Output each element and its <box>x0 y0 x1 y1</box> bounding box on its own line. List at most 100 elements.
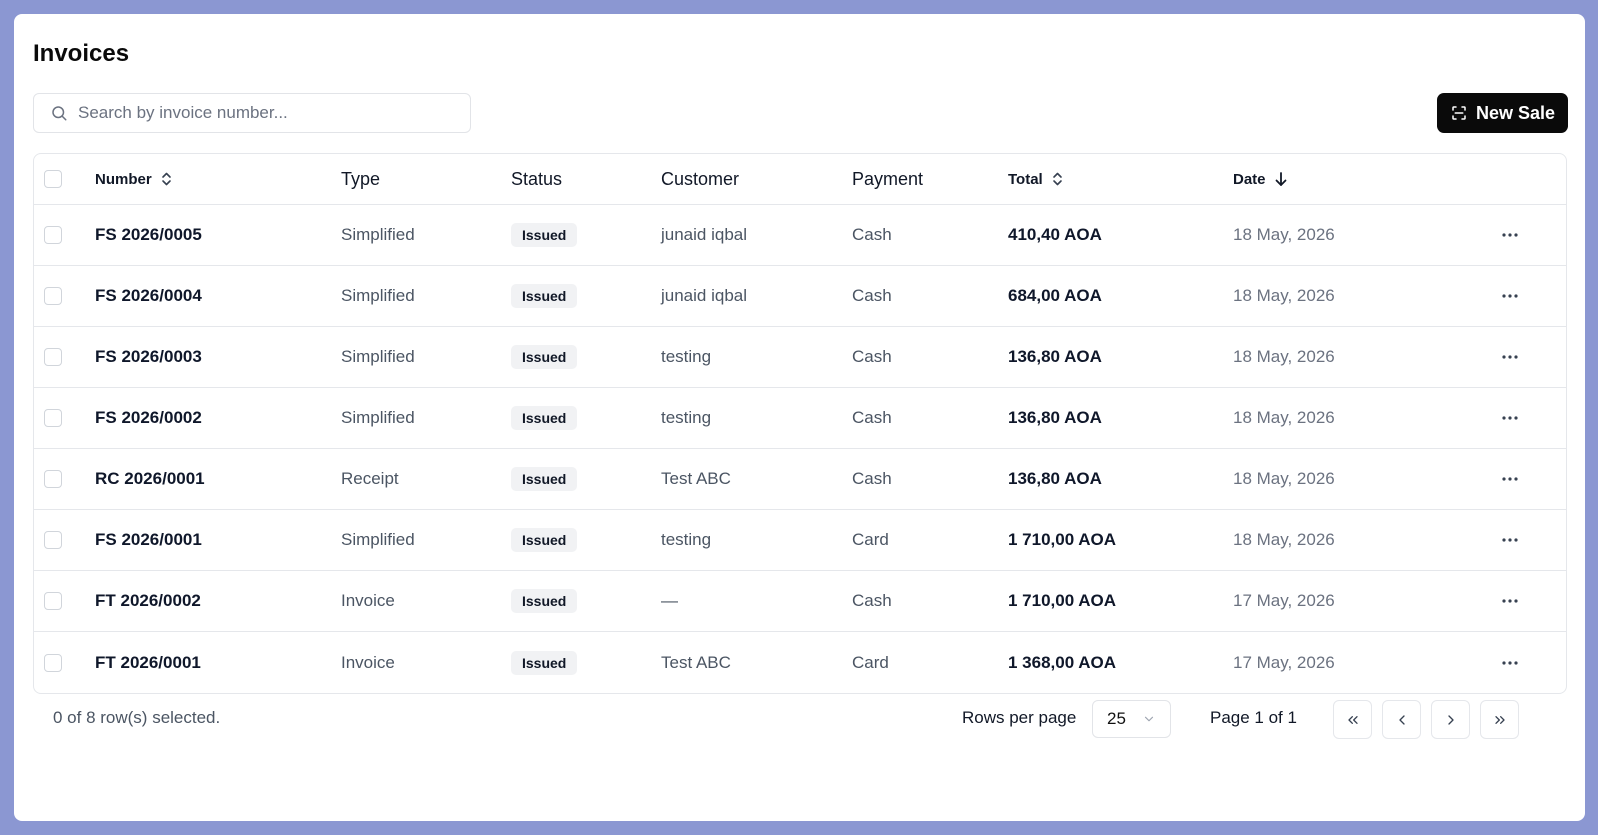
invoice-payment: Cash <box>852 469 892 488</box>
row-actions-button[interactable] <box>1494 647 1526 679</box>
invoice-type: Simplified <box>341 530 415 549</box>
status-badge: Issued <box>511 284 578 308</box>
chevron-left-icon <box>1398 714 1405 725</box>
row-actions-button[interactable] <box>1494 585 1526 617</box>
invoice-total: 1 710,00 AOA <box>1008 530 1117 549</box>
header-number[interactable]: Number <box>95 154 173 204</box>
invoices-table: Number Type Status Customer Payment Tota… <box>33 153 1567 694</box>
row-actions-button[interactable] <box>1494 463 1526 495</box>
more-horizontal-icon <box>1502 660 1518 665</box>
row-checkbox[interactable] <box>44 470 62 488</box>
selection-count: 0 of 8 row(s) selected. <box>53 708 221 727</box>
header-payment: Payment <box>852 168 924 189</box>
invoice-total: 684,00 AOA <box>1008 286 1102 305</box>
row-checkbox[interactable] <box>44 226 62 244</box>
table-row[interactable]: FS 2026/0004 Simplified Issued junaid iqbal… <box>34 266 1566 327</box>
previous-page-button[interactable] <box>1382 700 1421 739</box>
row-checkbox[interactable] <box>44 409 62 427</box>
invoice-number[interactable]: FS 2026/0003 <box>95 327 202 387</box>
status-badge: Issued <box>511 650 578 675</box>
invoice-type: Simplified <box>341 347 415 366</box>
page-indicator: Page 1 of 1 <box>1210 708 1297 727</box>
invoices-card: Invoices New Sale Number Type Status Cus… <box>14 14 1585 821</box>
invoice-total: 136,80 AOA <box>1008 408 1102 427</box>
chevrons-left-icon <box>1347 715 1358 724</box>
new-sale-button[interactable]: New Sale <box>1437 93 1568 133</box>
more-horizontal-icon <box>1502 599 1518 603</box>
more-horizontal-icon <box>1502 538 1518 542</box>
invoice-date: 17 May, 2026 <box>1233 591 1335 610</box>
invoice-number[interactable]: FT 2026/0001 <box>95 632 201 693</box>
row-checkbox[interactable] <box>44 531 62 549</box>
invoice-date: 18 May, 2026 <box>1233 530 1335 549</box>
table-row[interactable]: FT 2026/0002 Invoice Issued — Cash 1 710,00 A… <box>34 571 1566 632</box>
invoice-date: 18 May, 2026 <box>1233 469 1335 488</box>
invoice-payment: Cash <box>852 591 892 610</box>
arrow-down-icon <box>1274 171 1288 187</box>
row-actions-button[interactable] <box>1494 402 1526 434</box>
more-horizontal-icon <box>1502 233 1518 237</box>
rows-per-page-value: 25 <box>1107 709 1126 728</box>
row-actions-button[interactable] <box>1494 219 1526 251</box>
invoice-number[interactable]: FS 2026/0004 <box>95 266 202 326</box>
search-box[interactable] <box>33 93 471 133</box>
new-sale-label: New Sale <box>1475 102 1556 123</box>
invoice-number[interactable]: FS 2026/0005 <box>95 205 202 265</box>
scan-icon <box>1452 106 1466 120</box>
select-all-checkbox[interactable] <box>44 170 62 188</box>
first-page-button[interactable] <box>1333 700 1372 739</box>
table-row[interactable]: FS 2026/0003 Simplified Issued testing Cash 1… <box>34 327 1566 388</box>
status-badge: Issued <box>511 223 578 247</box>
table-row[interactable]: RC 2026/0001 Receipt Issued Test ABC Cash 136… <box>34 449 1566 510</box>
invoice-type: Invoice <box>341 652 395 672</box>
next-page-button[interactable] <box>1431 700 1470 739</box>
row-checkbox[interactable] <box>44 592 62 610</box>
header-date[interactable]: Date <box>1233 154 1288 204</box>
row-checkbox[interactable] <box>44 348 62 366</box>
table-row[interactable]: FT 2026/0001 Invoice Issued Test ABC Card 1 3… <box>34 632 1566 693</box>
more-horizontal-icon <box>1502 355 1518 359</box>
status-badge: Issued <box>511 467 578 491</box>
invoice-payment: Card <box>852 530 889 549</box>
invoice-customer: Test ABC <box>661 469 731 488</box>
invoice-customer: testing <box>661 530 712 549</box>
table-row[interactable]: FS 2026/0001 Simplified Issued testing Card 1… <box>34 510 1566 571</box>
invoice-date: 18 May, 2026 <box>1233 225 1335 244</box>
header-customer: Customer <box>661 168 740 189</box>
invoice-payment: Cash <box>852 225 892 244</box>
rows-per-page-label: Rows per page <box>962 708 1077 727</box>
table-row[interactable]: FS 2026/0002 Simplified Issued testing Cash 1… <box>34 388 1566 449</box>
row-actions-button[interactable] <box>1494 524 1526 556</box>
invoice-number[interactable]: FS 2026/0002 <box>95 388 202 448</box>
search-input[interactable] <box>78 103 448 123</box>
invoice-date: 18 May, 2026 <box>1233 286 1335 305</box>
last-page-button[interactable] <box>1480 700 1519 739</box>
header-status: Status <box>511 168 563 189</box>
invoice-total: 410,40 AOA <box>1008 225 1102 244</box>
row-checkbox[interactable] <box>44 653 62 672</box>
invoice-type: Simplified <box>341 286 415 305</box>
page-title: Invoices <box>33 40 130 67</box>
status-badge: Issued <box>511 528 578 552</box>
invoice-number[interactable]: RC 2026/0001 <box>95 449 205 509</box>
status-badge: Issued <box>511 345 578 369</box>
invoice-customer: junaid iqbal <box>661 286 748 305</box>
invoice-number[interactable]: FS 2026/0001 <box>95 510 202 570</box>
invoice-payment: Cash <box>852 408 892 427</box>
invoice-customer: testing <box>661 408 712 427</box>
invoice-payment: Cash <box>852 286 892 305</box>
invoice-customer: — <box>661 591 678 610</box>
invoice-total: 136,80 AOA <box>1008 347 1102 366</box>
invoice-customer: junaid iqbal <box>661 225 748 244</box>
invoice-customer: Test ABC <box>661 652 731 672</box>
row-actions-button[interactable] <box>1494 341 1526 373</box>
more-horizontal-icon <box>1502 416 1518 420</box>
table-row[interactable]: FS 2026/0005 Simplified Issued junaid iqbal… <box>34 205 1566 266</box>
rows-per-page-select[interactable]: 25 <box>1092 700 1171 738</box>
row-actions-button[interactable] <box>1494 280 1526 312</box>
invoice-date: 18 May, 2026 <box>1233 347 1335 366</box>
chevron-right-icon <box>1447 714 1454 725</box>
row-checkbox[interactable] <box>44 287 62 305</box>
invoice-number[interactable]: FT 2026/0002 <box>95 571 201 631</box>
header-total[interactable]: Total <box>1008 154 1064 204</box>
